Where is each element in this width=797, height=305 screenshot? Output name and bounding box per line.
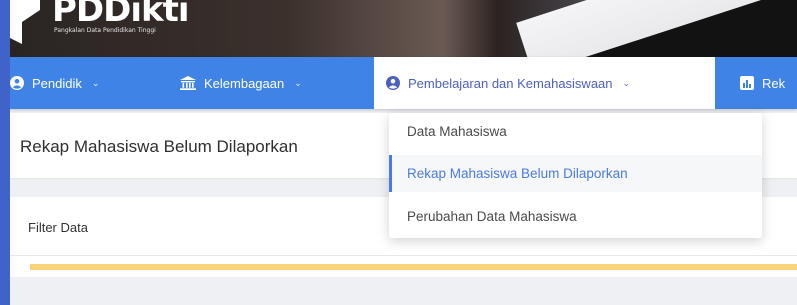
header-banner: PDDikti Pangkalan Data Pendidikan Tinggi (10, 0, 797, 57)
dropdown-item-label: Rekap Mahasiswa Belum Dilaporkan (407, 166, 628, 181)
nav-item-pembelajaran[interactable]: Pembelajaran dan Kemahasiswaan ⌄ (374, 57, 715, 109)
app-frame: PDDikti Pangkalan Data Pendidikan Tinggi… (10, 0, 797, 305)
main-nav: Pendidik ⌄ Kelembagaan ⌄ Pembelajaran da… (10, 57, 797, 109)
loading-progress-fill (30, 264, 797, 270)
chevron-down-icon: ⌄ (622, 77, 631, 88)
nav-item-rekap[interactable]: Rek (740, 57, 785, 109)
page-title: Rekap Mahasiswa Belum Dilaporkan (20, 137, 298, 156)
user-circle-icon (10, 76, 24, 90)
chart-icon (740, 76, 754, 90)
chevron-down-icon: ⌄ (91, 77, 100, 88)
chevron-down-icon: ⌄ (294, 77, 302, 88)
institution-icon (180, 76, 196, 90)
nav-item-label: Rek (762, 75, 786, 91)
dropdown-item-label: Perubahan Data Mahasiswa (407, 209, 577, 224)
dropdown-item-label: Data Mahasiswa (407, 124, 507, 139)
dropdown-item-rekap-belum-dilaporkan[interactable]: Rekap Mahasiswa Belum Dilaporkan (389, 155, 762, 192)
filter-label: Filter Data (28, 220, 88, 235)
logo-mark-icon (10, 0, 40, 44)
dropdown-menu: Data Mahasiswa Rekap Mahasiswa Belum Dil… (389, 113, 762, 238)
logo-title[interactable]: PDDikti (52, 0, 190, 30)
logo-subtitle: Pangkalan Data Pendidikan Tinggi (54, 27, 156, 34)
loading-progress-bar (30, 264, 797, 270)
nav-item-label: Pendidik (32, 75, 82, 91)
dropdown-item-data-mahasiswa[interactable]: Data Mahasiswa (389, 113, 762, 150)
nav-item-label: Kelembagaan (204, 75, 285, 91)
nav-item-pendidik[interactable]: Pendidik ⌄ (10, 57, 99, 109)
dropdown-item-perubahan-data[interactable]: Perubahan Data Mahasiswa (389, 198, 762, 235)
user-circle-icon (386, 76, 400, 90)
nav-item-label: Pembelajaran dan Kemahasiswaan (408, 75, 613, 91)
nav-item-kelembagaan[interactable]: Kelembagaan ⌄ (180, 57, 302, 109)
